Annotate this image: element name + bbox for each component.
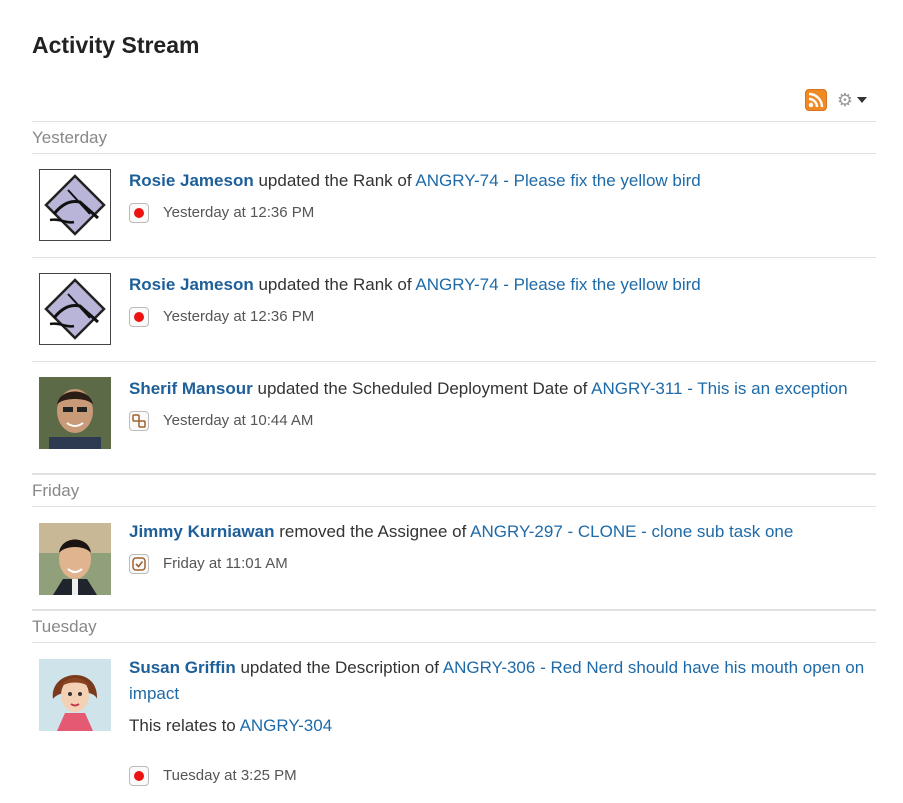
- list-item: Jimmy Kurniawan removed the Assignee of …: [32, 507, 876, 610]
- timestamp: Yesterday at 10:44 AM: [163, 412, 314, 429]
- timestamp: Yesterday at 12:36 PM: [163, 204, 315, 221]
- task-icon: [129, 554, 149, 574]
- user-link[interactable]: Rosie Jameson: [129, 171, 254, 190]
- avatar[interactable]: [39, 273, 111, 345]
- avatar[interactable]: [39, 377, 111, 449]
- page-title: Activity Stream: [32, 32, 200, 58]
- related-issue-link[interactable]: ANGRY-304: [240, 716, 333, 735]
- date-group-friday: Friday: [32, 474, 876, 507]
- avatar[interactable]: [39, 659, 111, 731]
- bug-icon: [129, 307, 149, 327]
- bug-icon: [129, 766, 149, 786]
- action-text: updated the Scheduled Deployment Date of: [257, 379, 588, 398]
- list-item: Susan Griffin updated the Description of…: [32, 643, 876, 803]
- action-text: updated the Description of: [240, 658, 439, 677]
- timestamp: Yesterday at 12:36 PM: [163, 308, 315, 325]
- date-group-yesterday: Yesterday: [32, 121, 876, 154]
- gear-icon[interactable]: ⚙: [837, 91, 853, 109]
- issue-link[interactable]: ANGRY-297 - CLONE - clone sub task one: [470, 522, 793, 541]
- issue-link[interactable]: ANGRY-74 - Please fix the yellow bird: [415, 275, 700, 294]
- action-text: updated the Rank of: [258, 171, 412, 190]
- list-item: Rosie Jameson updated the Rank of ANGRY-…: [32, 154, 876, 258]
- user-link[interactable]: Sherif Mansour: [129, 379, 253, 398]
- rss-feed-icon[interactable]: [804, 89, 827, 111]
- stream-toolbar: ⚙: [804, 88, 867, 112]
- chevron-down-icon[interactable]: [857, 97, 867, 103]
- user-link[interactable]: Susan Griffin: [129, 658, 236, 677]
- action-text: removed the Assignee of: [279, 522, 467, 541]
- subtask-icon: [129, 411, 149, 431]
- action-text: updated the Rank of: [258, 275, 412, 294]
- relation-text: This relates to: [129, 716, 236, 735]
- issue-link[interactable]: ANGRY-74 - Please fix the yellow bird: [415, 171, 700, 190]
- issue-link[interactable]: ANGRY-311 - This is an exception: [591, 379, 847, 398]
- user-link[interactable]: Rosie Jameson: [129, 275, 254, 294]
- timestamp: Tuesday at 3:25 PM: [163, 767, 297, 784]
- list-item: Rosie Jameson updated the Rank of ANGRY-…: [32, 258, 876, 362]
- timestamp: Friday at 11:01 AM: [163, 555, 288, 572]
- bug-icon: [129, 203, 149, 223]
- avatar[interactable]: [39, 169, 111, 241]
- user-link[interactable]: Jimmy Kurniawan: [129, 522, 275, 541]
- activity-feed: Yesterday Rosie Jameson updated the Rank…: [32, 121, 876, 803]
- list-item: Sherif Mansour updated the Scheduled Dep…: [32, 362, 876, 474]
- avatar[interactable]: [39, 523, 111, 595]
- date-group-tuesday: Tuesday: [32, 610, 876, 643]
